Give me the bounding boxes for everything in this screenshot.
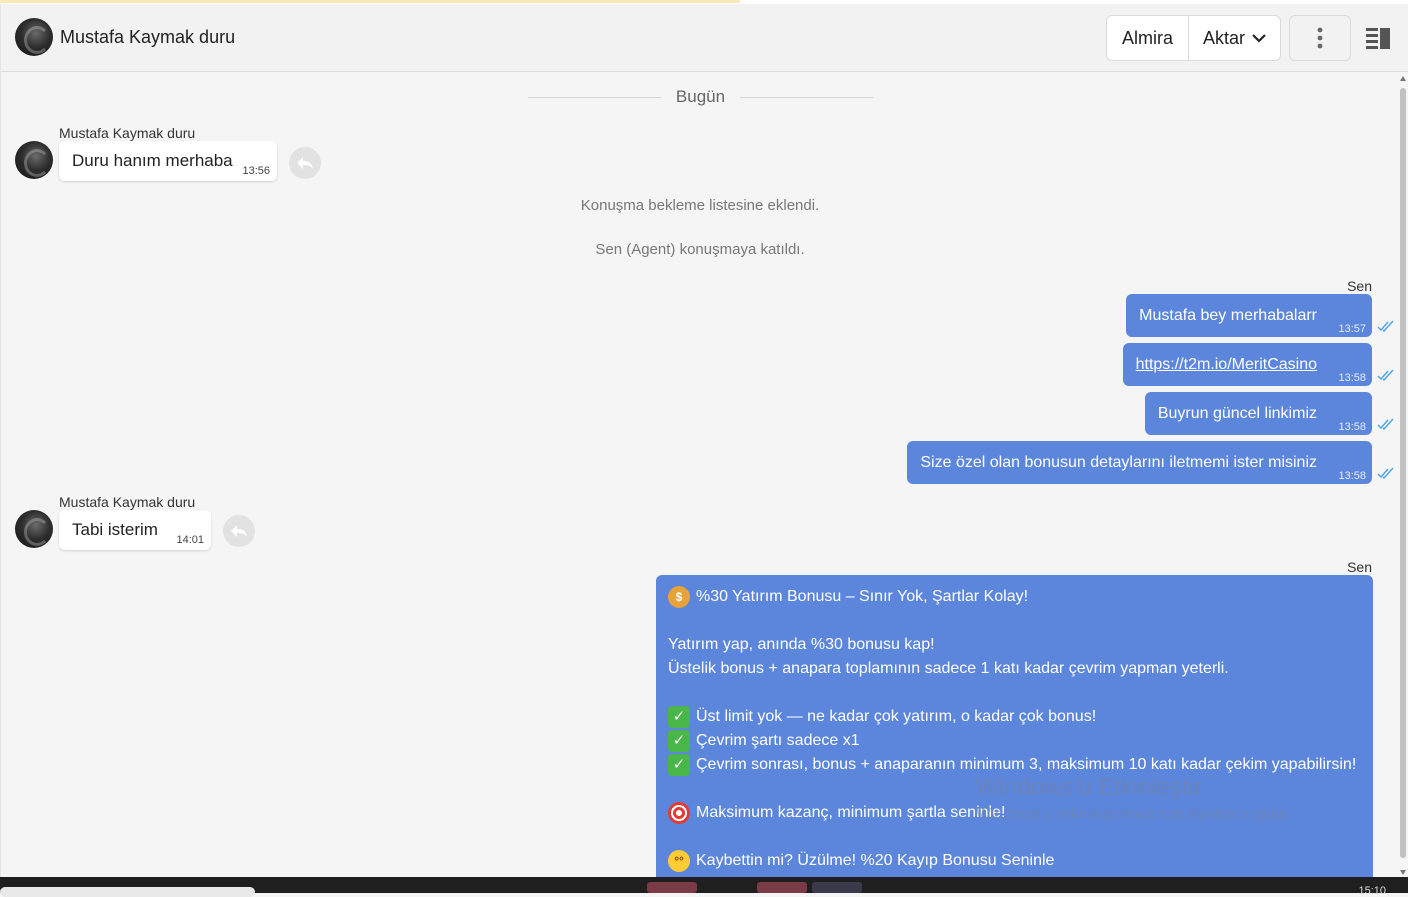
message-time: 13:58 <box>1338 470 1366 482</box>
taskbar-app[interactable] <box>757 882 807 893</box>
action-button-group: Almira Aktar <box>1106 15 1281 61</box>
incoming-message: Duru hanım merhaba 13:56 <box>59 141 277 181</box>
scroll-up-icon[interactable] <box>1400 76 1406 81</box>
check-mark-emoji: ✓ <box>668 754 690 776</box>
outgoing-message: Buyrun güncel linkimiz 13:58 <box>1144 392 1372 435</box>
message-link[interactable]: https://t2m.io/MeritCasino <box>1136 356 1317 373</box>
reply-icon <box>231 525 247 537</box>
outgoing-message: https://t2m.io/MeritCasino 13:58 <box>1122 343 1372 386</box>
message-text: Tabi isterim <box>72 520 158 539</box>
outgoing-message: Size özel olan bonusun detaylarını iletm… <box>907 441 1372 484</box>
bonus-title: %30 Yatırım Bonusu – Sınır Yok, Şartlar … <box>696 588 1029 605</box>
taskbar-search[interactable] <box>0 887 255 897</box>
system-message: Konuşma bekleme listesine eklendi. <box>580 197 820 214</box>
message-text: Buyrun güncel linkimiz <box>1157 405 1317 422</box>
bonus-bullet: Çevrim şartı sadece x1 <box>696 732 860 749</box>
chat-area: Bugün Mustafa Kaymak duru Duru hanım mer… <box>0 72 1398 877</box>
bonus-line: Maksimum kazanç, minimum şartla seninle! <box>696 804 1006 821</box>
message-time: 13:56 <box>242 165 270 177</box>
scroll-down-icon[interactable] <box>1400 870 1406 875</box>
bonus-bullet: Çevrim sonrası, bonus + anaparanın minim… <box>696 756 1357 773</box>
message-time: 14:01 <box>176 534 204 546</box>
double-check-icon <box>1377 418 1394 430</box>
message-text: Duru hanım merhaba <box>72 151 233 170</box>
almira-button[interactable]: Almira <box>1107 16 1189 60</box>
check-mark-emoji: ✓ <box>668 730 690 752</box>
reply-button[interactable] <box>223 515 255 547</box>
outgoing-sender-name: Sen <box>1347 559 1372 575</box>
outgoing-sender-name: Sen <box>1347 278 1372 294</box>
bonus-line: Kaybettin mi? Üzülme! %20 Kayıp Bonusu S… <box>696 852 1055 869</box>
message-time: 13:58 <box>1338 421 1366 433</box>
message-time: 13:57 <box>1338 323 1366 335</box>
avatar[interactable] <box>15 141 53 179</box>
reply-button[interactable] <box>289 147 321 179</box>
day-separator-label: Bugün <box>675 87 726 106</box>
double-check-icon <box>1377 369 1394 381</box>
check-mark-emoji: ✓ <box>668 706 690 728</box>
bonus-bullet: Üst limit yok — ne kadar çok yatırım, o … <box>696 708 1097 725</box>
message-text: Mustafa bey merhabalarr <box>1139 307 1317 324</box>
chevron-down-icon <box>1252 34 1266 43</box>
taskbar: 15:10 <box>0 877 1408 897</box>
message-time: 13:58 <box>1338 372 1366 384</box>
chat-scrollbar[interactable] <box>1398 72 1408 877</box>
conversation-header: Mustafa Kaymak duru Almira Aktar <box>0 4 1408 72</box>
incoming-message: Tabi isterim 14:01 <box>59 510 211 550</box>
bonus-message: $ %30 Yatırım Bonusu – Sınır Yok, Şartlar… <box>656 575 1373 877</box>
side-panel-icon[interactable] <box>1365 26 1391 50</box>
system-message: Sen (Agent) konuşmaya katıldı. <box>595 241 805 258</box>
contact-name: Mustafa Kaymak duru <box>60 27 236 47</box>
outgoing-message: Mustafa bey merhabalarr 13:57 <box>1126 294 1372 337</box>
day-separator: Bugün <box>528 86 873 108</box>
bonus-line: Üstelik bonus + anapara toplamının sadec… <box>668 660 1229 677</box>
dart-emoji <box>668 802 690 824</box>
message-text: Size özel olan bonusun detaylarını iletm… <box>920 454 1317 471</box>
aktar-button[interactable]: Aktar <box>1189 16 1280 60</box>
money-bag-emoji: $ <box>668 586 690 608</box>
bonus-line: Yatırım yap, anında %30 bonusu kap! <box>668 636 935 653</box>
reply-icon <box>297 157 313 169</box>
avatar[interactable] <box>15 18 53 56</box>
taskbar-app[interactable] <box>812 882 862 893</box>
scrollbar-thumb[interactable] <box>1400 88 1406 858</box>
incoming-sender-name: Mustafa Kaymak duru <box>59 494 196 510</box>
avatar[interactable] <box>15 510 53 548</box>
more-vertical-icon <box>1317 27 1323 49</box>
double-check-icon <box>1377 467 1394 479</box>
taskbar-app[interactable] <box>647 882 697 893</box>
flushed-face-emoji: °° <box>668 850 690 872</box>
aktar-label: Aktar <box>1202 27 1245 48</box>
taskbar-clock: 15:10 <box>1358 885 1386 897</box>
more-options-button[interactable] <box>1289 15 1351 61</box>
double-check-icon <box>1377 320 1394 332</box>
incoming-sender-name: Mustafa Kaymak duru <box>59 125 196 141</box>
